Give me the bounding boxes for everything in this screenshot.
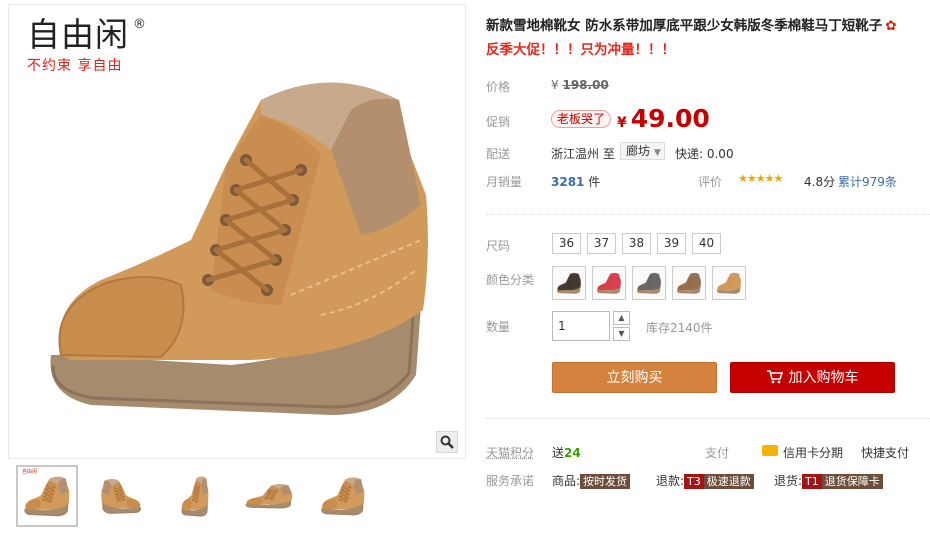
sales-label: 月销量 (486, 175, 523, 189)
thumbnail-strip: 自由闲 (8, 462, 466, 530)
current-price: ¥49.00 (617, 104, 710, 133)
shipping-label: 配送 (486, 147, 511, 161)
divider (486, 214, 930, 215)
quantity-increase-button[interactable]: ▲ (613, 311, 630, 325)
size-option-38[interactable]: 38 (622, 233, 651, 254)
price-label: 价格 (486, 80, 511, 94)
color-option-gray[interactable] (632, 266, 666, 300)
size-option-40[interactable]: 40 (692, 233, 721, 254)
size-options: 36 37 38 39 40 (552, 233, 721, 254)
review-label: 评价 (698, 175, 723, 189)
service-refund[interactable]: 退款: T3 极速退款 (656, 472, 754, 489)
size-option-36[interactable]: 36 (552, 233, 581, 254)
thumbnail-3[interactable] (164, 465, 226, 527)
color-options (552, 266, 746, 300)
quantity-input[interactable] (552, 311, 610, 341)
destination-city-select[interactable]: 廊坊 ▼ (620, 142, 665, 160)
add-to-cart-label: 加入购物车 (788, 370, 859, 386)
promo-slogan: 反季大促！！！只为冲量！！！ (486, 42, 675, 58)
monthly-sales: 3281 件 (551, 175, 601, 189)
thumbnail-1[interactable]: 自由闲 (16, 465, 78, 527)
rating-score: 4.8分 (804, 175, 836, 189)
product-title: 新款雪地棉靴女 防水系带加厚底平跟少女韩版冬季棉鞋马丁短靴子 ✿ (486, 14, 897, 34)
boot-swatch-icon (554, 271, 584, 295)
boot-swatch-icon (674, 271, 704, 295)
thumbnail-4[interactable] (238, 465, 300, 527)
thumbnail-image (93, 476, 149, 516)
thumbnail-image (319, 474, 367, 518)
on-time-badge: 按时发货 (580, 474, 631, 489)
boot-swatch-icon (714, 271, 744, 295)
stock-count: 库存2140件 (646, 321, 713, 335)
points-label[interactable]: 天猫积分 (486, 444, 534, 461)
thumbnail-image (180, 473, 210, 519)
credit-installment[interactable]: 信用卡分期 (783, 444, 843, 461)
main-product-image (31, 55, 451, 435)
rating-stars-icon: ★★★★★ (738, 172, 783, 185)
size-label: 尺码 (486, 239, 511, 253)
credit-card-icon (762, 445, 778, 456)
flower-icon: ✿ (885, 18, 897, 34)
thumbnail-5[interactable] (312, 465, 374, 527)
thumbnail-2[interactable] (90, 465, 152, 527)
buy-now-button[interactable]: 立刻购买 (552, 362, 717, 393)
promo-tag: 老板哭了 (551, 110, 612, 128)
color-option-black[interactable] (552, 266, 586, 300)
quick-pay[interactable]: 快捷支付 (861, 444, 909, 461)
product-info-panel: 新款雪地棉靴女 防水系带加厚底平跟少女韩版冬季棉鞋马丁短靴子 ✿ 反季大促！！！只… (486, 0, 930, 536)
service-label: 服务承诺 (486, 474, 535, 488)
quantity-decrease-button[interactable]: ▼ (613, 327, 630, 341)
cart-icon (766, 370, 783, 384)
ship-from: 浙江温州 (551, 147, 600, 161)
divider (486, 418, 930, 419)
t3-badge: T3 (684, 474, 704, 489)
product-gallery: 自由闲 ® 不约束 享自由 (8, 4, 466, 459)
shipping-fee: 快递: 0.00 (675, 147, 734, 161)
thumbnail-logo: 自由闲 (22, 469, 38, 475)
product-title-text: 新款雪地棉靴女 防水系带加厚底平跟少女韩版冬季棉鞋马丁短靴子 (486, 18, 883, 34)
chevron-down-icon: ▼ (654, 148, 661, 158)
promo-price-label: 促销 (486, 115, 511, 129)
zoom-button[interactable] (436, 431, 458, 453)
color-label: 颜色分类 (486, 273, 535, 287)
t1-badge: T1 (802, 474, 822, 489)
original-price: ¥ 198.00 (551, 78, 609, 92)
thumbnail-image (243, 482, 295, 510)
brand-name: 自由闲 (27, 15, 129, 54)
boot-swatch-icon (634, 271, 664, 295)
payment-label: 支付 (705, 446, 730, 460)
boot-swatch-icon (594, 271, 624, 295)
review-count-link[interactable]: 累计979条 (838, 173, 897, 190)
magnifier-icon (440, 435, 454, 449)
color-option-red[interactable] (592, 266, 626, 300)
points-value: 送24 (552, 446, 581, 460)
service-delivery[interactable]: 商品: 按时发货 (552, 472, 631, 489)
fast-refund-badge: 极速退款 (703, 474, 754, 489)
registered-mark: ® (133, 17, 146, 32)
size-option-39[interactable]: 39 (657, 233, 686, 254)
color-option-tan[interactable] (712, 266, 746, 300)
ship-to-text: 至 (603, 147, 616, 161)
add-to-cart-button[interactable]: 加入购物车 (730, 362, 895, 393)
size-option-37[interactable]: 37 (587, 233, 616, 254)
quantity-label: 数量 (486, 320, 511, 334)
thumbnail-image (22, 473, 72, 519)
color-option-brown[interactable] (672, 266, 706, 300)
return-card-badge: 退货保障卡 (821, 474, 883, 489)
service-return[interactable]: 退货: T1 退货保障卡 (774, 472, 883, 489)
